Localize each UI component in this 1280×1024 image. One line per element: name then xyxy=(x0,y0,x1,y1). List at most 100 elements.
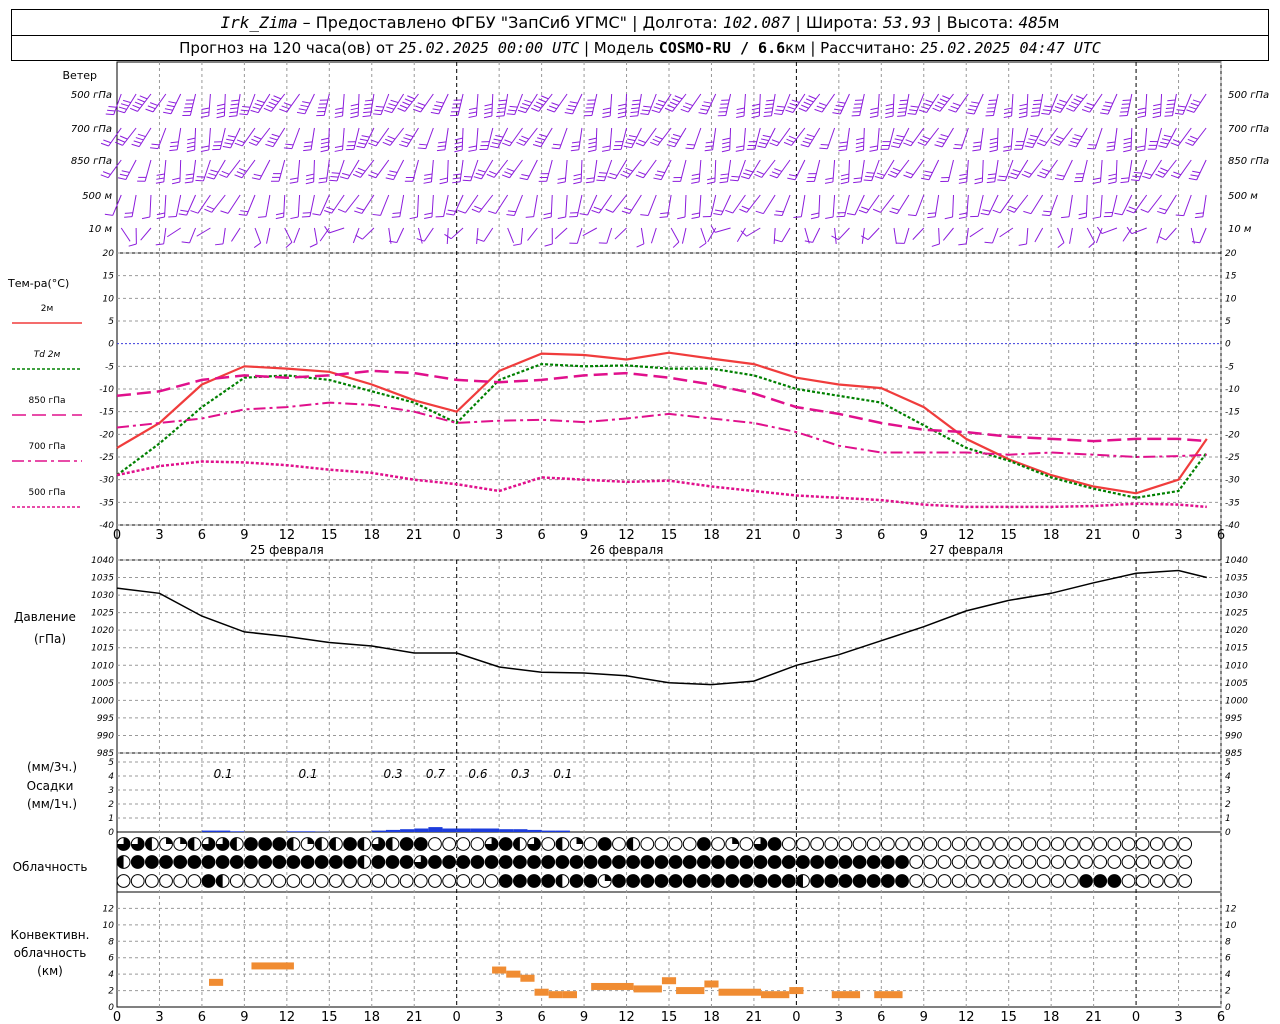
wind-barb-shaft xyxy=(776,159,791,179)
cloud-symbol-clear xyxy=(1008,837,1023,851)
wind-barb-shaft xyxy=(1202,194,1207,217)
wind-barb-shaft xyxy=(1068,194,1073,217)
wind-barb-flag xyxy=(588,141,597,145)
cloud-symbol-clear xyxy=(470,837,485,851)
wind-barb-flag xyxy=(362,115,371,118)
wind-barb-flag xyxy=(720,173,729,176)
wind-barb-flag xyxy=(804,137,813,141)
wind-barb-flag xyxy=(948,108,957,113)
wind-barb-shaft xyxy=(642,159,657,179)
wind-barb-flag xyxy=(775,210,784,213)
wind-barb-flag xyxy=(1173,171,1182,176)
wind-barb-flag xyxy=(334,111,343,114)
wind-barb-flag xyxy=(1172,139,1181,144)
wind-barb-shaft xyxy=(736,227,746,243)
wind-barb-shaft xyxy=(1010,127,1014,150)
wind-barb-shaft xyxy=(992,227,999,244)
wind-barb-shaft xyxy=(509,127,523,147)
pressure-tick-left: 1015 xyxy=(91,644,114,654)
wind-barb-shaft xyxy=(838,227,850,241)
wind-barb-flag xyxy=(164,108,173,111)
wind-barb-shaft xyxy=(934,194,940,217)
wind-barb-flag xyxy=(290,177,299,180)
wind-barb-shaft xyxy=(999,227,1014,238)
wind-barb-shaft xyxy=(1073,93,1088,112)
wind-barb-shaft xyxy=(1044,159,1058,179)
wind-barb-flag xyxy=(430,111,439,115)
cloud-symbol-overcast xyxy=(229,855,244,869)
precip-bar xyxy=(485,828,500,832)
wind-barb-flag xyxy=(1053,138,1062,143)
wind-barb-shaft xyxy=(681,227,687,244)
wind-barb-shaft xyxy=(650,227,657,244)
wind-barb-shaft xyxy=(293,227,301,244)
wind-barb-flag xyxy=(643,105,652,108)
wind-barb-flag xyxy=(774,168,782,172)
wind-barb-flag xyxy=(958,216,967,219)
cloud-symbol-overcast xyxy=(682,874,697,888)
wind-barb-shaft xyxy=(1058,127,1073,146)
wind-barb-flag xyxy=(1070,140,1079,145)
wind-barb-flag xyxy=(751,111,760,115)
conv-cloud-bar xyxy=(874,991,903,999)
cloud-symbol-clear xyxy=(1135,874,1150,888)
hour-label-bottom: 0 xyxy=(113,1010,121,1024)
wind-barb-shaft xyxy=(342,127,345,150)
wind-barb-shaft xyxy=(380,194,390,216)
wind-barb-flag xyxy=(989,141,998,145)
wind-barb-shaft xyxy=(904,93,910,116)
wind-barb-flag xyxy=(543,212,552,216)
wind-barb-flag xyxy=(320,149,329,153)
wind-barb-flag xyxy=(517,109,526,114)
wind-barb-flag xyxy=(538,98,547,103)
wind-level-right: 10 м xyxy=(1228,224,1252,235)
wind-barb-flag xyxy=(754,173,762,178)
wind-barb-flag xyxy=(1152,107,1161,111)
precip-3h-label: 0.1 xyxy=(299,767,318,781)
pressure-tick-left: 990 xyxy=(97,731,114,741)
cloud-symbol-clear xyxy=(1064,837,1079,851)
wind-barb-flag xyxy=(751,115,760,119)
wind-barb-flag xyxy=(1004,107,1013,111)
wind-barb-flag xyxy=(974,177,983,181)
wind-barb-flag xyxy=(987,173,997,176)
wind-barb-flag xyxy=(116,109,125,114)
wind-barb-flag xyxy=(180,209,189,212)
wind-barb-flag xyxy=(1074,134,1083,138)
wind-barb-flag xyxy=(117,138,126,143)
cloud-symbol-overcast xyxy=(725,855,740,869)
cloud-symbol-clear xyxy=(541,837,556,851)
wind-barb-shaft xyxy=(947,159,954,182)
wind-barb-flag xyxy=(1191,241,1200,244)
wind-barb-shaft xyxy=(179,159,182,183)
cloud-symbol-overcast xyxy=(244,837,258,851)
wind-barb-flag xyxy=(337,208,346,213)
pressure-tick-left: 995 xyxy=(97,714,114,724)
wind-barb-shaft xyxy=(507,227,515,244)
wind-barb-flag xyxy=(788,174,797,177)
wind-barb-flag xyxy=(405,133,414,138)
wind-barb-shaft xyxy=(404,93,419,112)
wind-barb-flag xyxy=(892,167,901,172)
wind-barb-shaft xyxy=(1089,93,1103,113)
wind-barb-shaft xyxy=(1038,93,1044,116)
wind-barb-flag xyxy=(350,115,359,119)
wind-barb-shaft xyxy=(342,93,345,116)
wind-barb-flag xyxy=(1087,147,1096,150)
wind-barb-flag xyxy=(388,103,397,107)
wind-barb-shaft xyxy=(614,227,627,240)
cloud-symbol-clear xyxy=(965,855,980,869)
wind-barb-flag xyxy=(903,174,912,179)
wind-barb-flag xyxy=(921,177,930,181)
wind-barb-flag xyxy=(496,111,505,114)
wind-barb-flag xyxy=(1114,212,1123,216)
wind-barb-flag xyxy=(773,113,783,115)
cloud-symbol-clear xyxy=(1079,855,1093,869)
wind-barb-flag xyxy=(885,115,894,119)
wind-barb-flag xyxy=(1041,214,1050,217)
wind-barb-shaft xyxy=(443,194,449,217)
wind-barb-shaft xyxy=(420,93,434,113)
wind-barb-shaft xyxy=(1156,227,1163,244)
wind-barb-shaft xyxy=(189,93,197,116)
wind-barb-flag xyxy=(759,141,768,145)
